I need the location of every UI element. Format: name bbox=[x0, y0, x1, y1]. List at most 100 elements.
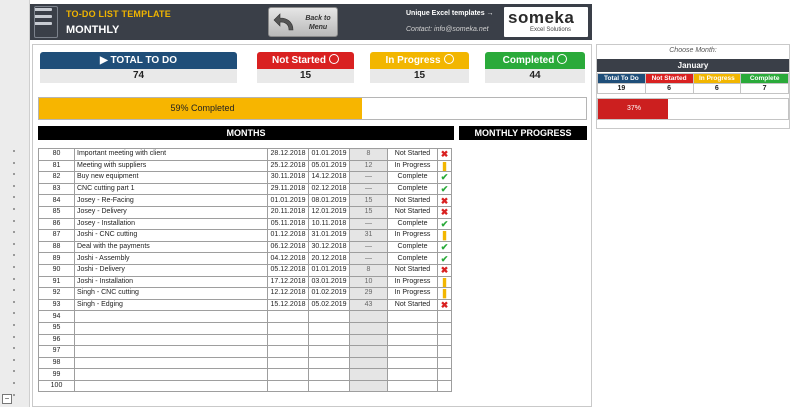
status-cell[interactable] bbox=[387, 310, 438, 323]
days-left[interactable] bbox=[349, 333, 388, 347]
table-row[interactable]: 91 Joshi - Installation 17.12.2018 03.01.20… bbox=[38, 275, 452, 289]
start-date[interactable]: 01.12.2018 bbox=[267, 229, 309, 242]
task-name[interactable] bbox=[74, 310, 268, 323]
days-left[interactable]: 15 bbox=[349, 205, 388, 219]
table-row[interactable]: 100 bbox=[38, 379, 452, 393]
status-cell[interactable]: Complete bbox=[387, 182, 438, 196]
task-name[interactable]: Josey - Re-Facing bbox=[74, 194, 268, 207]
row-number[interactable]: 80 bbox=[38, 148, 75, 161]
row-number[interactable]: 91 bbox=[38, 275, 75, 289]
end-date[interactable]: 05.01.2019 bbox=[308, 159, 350, 173]
days-left[interactable] bbox=[349, 379, 388, 393]
start-date[interactable]: 17.12.2018 bbox=[267, 275, 309, 289]
table-row[interactable]: 95 bbox=[38, 321, 452, 335]
table-row[interactable]: 96 bbox=[38, 333, 452, 347]
days-left[interactable]: 31 bbox=[349, 229, 388, 242]
days-left[interactable]: — bbox=[349, 240, 388, 254]
days-left[interactable]: — bbox=[349, 217, 388, 231]
start-date[interactable]: 30.11.2018 bbox=[267, 171, 309, 184]
table-row[interactable]: 85 Josey - Delivery 20.11.2018 12.01.2019 15… bbox=[38, 205, 452, 219]
table-row[interactable]: 83 CNC cutting part 1 29.11.2018 02.12.2018… bbox=[38, 182, 452, 196]
table-row[interactable]: 80 Important meeting with client 28.12.201… bbox=[38, 148, 452, 161]
task-name[interactable]: Meeting with suppliers bbox=[74, 159, 268, 173]
task-name[interactable]: Singh - CNC cutting bbox=[74, 287, 268, 300]
end-date[interactable] bbox=[308, 310, 350, 323]
start-date[interactable]: 04.12.2018 bbox=[267, 252, 309, 265]
task-name[interactable]: Joshi - Assembly bbox=[74, 252, 268, 265]
row-number[interactable]: 90 bbox=[38, 263, 75, 277]
task-name[interactable]: Singh - Edging bbox=[74, 298, 268, 312]
status-cell[interactable]: Not Started bbox=[387, 148, 438, 161]
status-cell[interactable] bbox=[387, 345, 438, 358]
table-row[interactable]: 98 bbox=[38, 356, 452, 370]
end-date[interactable] bbox=[308, 368, 350, 381]
table-row[interactable]: 89 Joshi - Assembly 04.12.2018 20.12.2018— C… bbox=[38, 252, 452, 265]
status-cell[interactable]: Complete bbox=[387, 252, 438, 265]
table-row[interactable]: 92 Singh - CNC cutting 12.12.2018 01.02.201… bbox=[38, 287, 452, 300]
row-number[interactable]: 89 bbox=[38, 252, 75, 265]
table-row[interactable]: 88 Deal with the payments 06.12.2018 30.12.… bbox=[38, 240, 452, 254]
days-left[interactable]: 8 bbox=[349, 263, 388, 277]
start-date[interactable]: 15.12.2018 bbox=[267, 298, 309, 312]
task-name[interactable]: Buy new equipment bbox=[74, 171, 268, 184]
end-date[interactable]: 20.12.2018 bbox=[308, 252, 350, 265]
row-number[interactable]: 84 bbox=[38, 194, 75, 207]
end-date[interactable]: 14.12.2018 bbox=[308, 171, 350, 184]
status-cell[interactable]: Not Started bbox=[387, 205, 438, 219]
start-date[interactable]: 25.12.2018 bbox=[267, 159, 309, 173]
start-date[interactable] bbox=[267, 310, 309, 323]
task-name[interactable] bbox=[74, 321, 268, 335]
start-date[interactable]: 06.12.2018 bbox=[267, 240, 309, 254]
days-left[interactable]: — bbox=[349, 252, 388, 265]
start-date[interactable]: 05.12.2018 bbox=[267, 263, 309, 277]
status-cell[interactable]: Not Started bbox=[387, 263, 438, 277]
task-name[interactable]: Joshi - Delivery bbox=[74, 263, 268, 277]
status-cell[interactable] bbox=[387, 368, 438, 381]
end-date[interactable]: 01.01.2019 bbox=[308, 148, 350, 161]
start-date[interactable]: 01.01.2019 bbox=[267, 194, 309, 207]
days-left[interactable]: 43 bbox=[349, 298, 388, 312]
task-name[interactable] bbox=[74, 356, 268, 370]
end-date[interactable]: 05.02.2019 bbox=[308, 298, 350, 312]
task-name[interactable] bbox=[74, 333, 268, 347]
row-number[interactable]: 97 bbox=[38, 345, 75, 358]
collapse-button[interactable]: − bbox=[2, 394, 12, 404]
days-left[interactable] bbox=[349, 321, 388, 335]
row-number[interactable]: 100 bbox=[38, 379, 75, 393]
start-date[interactable] bbox=[267, 368, 309, 381]
month-select[interactable]: January bbox=[597, 59, 789, 72]
task-name[interactable]: Joshi - CNC cutting bbox=[74, 229, 268, 242]
end-date[interactable]: 10.11.2018 bbox=[308, 217, 350, 231]
end-date[interactable] bbox=[308, 345, 350, 358]
start-date[interactable] bbox=[267, 333, 309, 347]
status-cell[interactable]: Not Started bbox=[387, 298, 438, 312]
status-cell[interactable] bbox=[387, 321, 438, 335]
start-date[interactable] bbox=[267, 379, 309, 393]
status-cell[interactable] bbox=[387, 379, 438, 393]
table-row[interactable]: 86 Josey - Installation 05.11.2018 10.11.20… bbox=[38, 217, 452, 231]
end-date[interactable]: 03.01.2019 bbox=[308, 275, 350, 289]
days-left[interactable]: 12 bbox=[349, 159, 388, 173]
row-number[interactable]: 94 bbox=[38, 310, 75, 323]
end-date[interactable]: 01.02.2019 bbox=[308, 287, 350, 300]
someka-logo[interactable]: someka Excel Solutions bbox=[504, 7, 588, 37]
status-cell[interactable]: In Progress bbox=[387, 159, 438, 173]
status-cell[interactable]: Complete bbox=[387, 171, 438, 184]
start-date[interactable]: 20.11.2018 bbox=[267, 205, 309, 219]
status-cell[interactable]: In Progress bbox=[387, 229, 438, 242]
end-date[interactable]: 08.01.2019 bbox=[308, 194, 350, 207]
row-number[interactable]: 86 bbox=[38, 217, 75, 231]
task-name[interactable]: Joshi - Installation bbox=[74, 275, 268, 289]
row-number[interactable]: 87 bbox=[38, 229, 75, 242]
days-left[interactable] bbox=[349, 356, 388, 370]
row-number[interactable]: 85 bbox=[38, 205, 75, 219]
start-date[interactable] bbox=[267, 345, 309, 358]
row-number[interactable]: 99 bbox=[38, 368, 75, 381]
end-date[interactable]: 02.12.2018 bbox=[308, 182, 350, 196]
task-name[interactable]: CNC cutting part 1 bbox=[74, 182, 268, 196]
task-name[interactable]: Important meeting with client bbox=[74, 148, 268, 161]
row-number[interactable]: 95 bbox=[38, 321, 75, 335]
table-row[interactable]: 93 Singh - Edging 15.12.2018 05.02.2019 43 No… bbox=[38, 298, 452, 312]
unique-templates-link[interactable]: Unique Excel templates → bbox=[406, 10, 494, 17]
row-number[interactable]: 98 bbox=[38, 356, 75, 370]
